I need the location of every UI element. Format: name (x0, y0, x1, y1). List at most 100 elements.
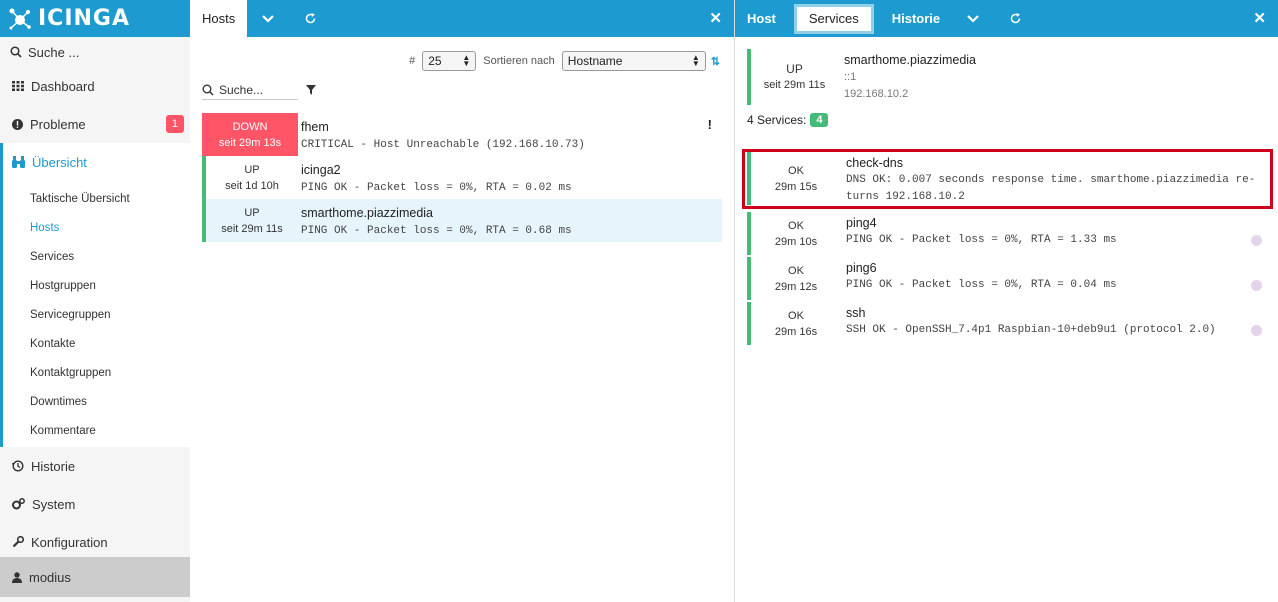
sort-select-value: Hostname (567, 54, 623, 68)
services-count-badge[interactable]: 4 (810, 113, 829, 127)
user-icon (12, 571, 22, 583)
sidebar-subitem-services[interactable]: Services (3, 242, 190, 271)
host-info: icinga2 PING OK - Packet loss = 0%, RTA … (298, 156, 572, 199)
host-summary: UP seit 29m 11s smarthome.piazzimedia ::… (747, 49, 1267, 105)
host-ipv4: 192.168.10.2 (844, 88, 909, 100)
search-row: Suche... (202, 80, 734, 100)
detail-tabbar: Host Services Historie ✕ (735, 0, 1278, 37)
problems-count-badge: 1 (165, 115, 184, 133)
pending-dot-icon (1251, 280, 1262, 291)
search-input[interactable]: Suche... (202, 80, 298, 100)
sidebar-item-label: Dashboard (31, 78, 95, 94)
tab-host[interactable]: Host (735, 0, 788, 37)
service-name[interactable]: ssh (846, 305, 1216, 322)
service-state-ok: OK 29m 10s (747, 212, 841, 255)
refresh-icon[interactable] (289, 0, 331, 37)
host-info: smarthome.piazzimedia PING OK - Packet l… (298, 199, 572, 242)
sort-select[interactable]: Hostname ▲ ▼ (561, 51, 706, 71)
select-arrows-icon: ▲ ▼ (462, 53, 471, 68)
sidebar-subitem-servicegruppen[interactable]: Servicegruppen (3, 300, 190, 329)
limit-select[interactable]: 25 ▲ ▼ (422, 51, 477, 71)
sidebar-item-uebersicht[interactable]: Übersicht (0, 143, 190, 181)
host-name[interactable]: smarthome.piazzimedia (301, 204, 572, 222)
sidebar-submenu: Taktische Übersicht Hosts Services Hostg… (0, 181, 190, 447)
sidebar-item-label: Übersicht (32, 154, 87, 170)
logo[interactable]: icinga (0, 0, 190, 37)
state-since: 29m 12s (774, 280, 818, 293)
sort-label: Sortieren nach (483, 55, 555, 67)
sidebar-item-label: System (32, 496, 76, 512)
filter-icon[interactable] (306, 85, 316, 95)
service-name[interactable]: ping4 (846, 215, 1117, 232)
sidebar-subitem-kontakte[interactable]: Kontakte (3, 329, 190, 358)
tab-historie[interactable]: Historie (880, 0, 952, 37)
sidebar-item-dashboard[interactable]: Dashboard (0, 67, 190, 105)
sidebar-item-probleme[interactable]: Probleme 1 (0, 105, 190, 143)
host-row-smarthome[interactable]: UP seit 29m 11s smarthome.piazzimedia PI… (202, 199, 722, 242)
user-name: modius (29, 569, 71, 585)
sidebar-subitem-downtimes[interactable]: Downtimes (3, 387, 190, 416)
host-ipv6: ::1 (844, 71, 857, 83)
state-since: 29m 16s (774, 325, 818, 338)
service-info: ping6 PING OK - Packet loss = 0%, RTA = … (841, 257, 1117, 300)
state-label: UP (244, 163, 260, 176)
chevron-down-icon[interactable] (952, 0, 994, 37)
host-state-up: UP seit 29m 11s (747, 49, 838, 105)
sidebar-item-konfiguration[interactable]: Konfiguration (0, 523, 190, 561)
sort-direction-icon[interactable]: ⇅ (711, 55, 720, 68)
host-state-up: UP seit 29m 11s (202, 199, 298, 242)
tab-hosts[interactable]: Hosts (190, 0, 248, 37)
sidebar-user[interactable]: modius (0, 557, 190, 597)
close-icon[interactable]: ✕ (1253, 9, 1266, 27)
unhandled-exclamation-icon: ! (707, 117, 712, 132)
state-label: UP (786, 62, 803, 76)
sidebar-item-historie[interactable]: Historie (0, 447, 190, 485)
select-arrows-icon: ▲ ▼ (691, 53, 700, 68)
search-placeholder: Suche... (219, 82, 264, 97)
sidebar-subitem-kommentare[interactable]: Kommentare (3, 416, 190, 445)
pending-dot-icon (1251, 235, 1262, 246)
host-output: PING OK - Packet loss = 0%, RTA = 0.02 m… (301, 182, 572, 194)
sidebar-subitem-kontaktgruppen[interactable]: Kontaktgruppen (3, 358, 190, 387)
service-row-ping6[interactable]: OK 29m 12s ping6 PING OK - Packet loss =… (747, 257, 1267, 300)
sidebar-item-system[interactable]: System (0, 485, 190, 523)
state-since: 29m 10s (774, 235, 818, 248)
list-controls: # 25 ▲ ▼ Sortieren nach Hostname ▲ ▼ ⇅ (190, 37, 734, 71)
host-row-fhem[interactable]: DOWN seit 29m 13s fhem CRITICAL - Host U… (202, 113, 722, 156)
host-name[interactable]: fhem (301, 118, 585, 136)
search-icon (10, 46, 22, 58)
host-name[interactable]: icinga2 (301, 161, 572, 179)
service-info: ping4 PING OK - Packet loss = 0%, RTA = … (841, 212, 1117, 255)
state-since: seit 1d 10h (225, 179, 279, 192)
detail-column: Host Services Historie ✕ UP seit 29m 11s… (735, 0, 1278, 602)
sidebar-item-label: Konfiguration (31, 534, 108, 550)
close-icon[interactable]: ✕ (709, 9, 722, 27)
service-state-ok: OK 29m 16s (747, 302, 841, 345)
service-info: ssh SSH OK - OpenSSH_7.4p1 Raspbian-10+d… (841, 302, 1216, 345)
sidebar-subitem-taktische-uebersicht[interactable]: Taktische Übersicht (3, 184, 190, 213)
alert-circle-icon (12, 118, 23, 130)
sidebar-item-label: Probleme (30, 116, 86, 132)
service-output: PING OK - Packet loss = 0%, RTA = 0.04 m… (846, 279, 1117, 291)
service-row-ping4[interactable]: OK 29m 10s ping4 PING OK - Packet loss =… (747, 212, 1267, 255)
service-row-ssh[interactable]: OK 29m 16s ssh SSH OK - OpenSSH_7.4p1 Ra… (747, 302, 1267, 345)
service-name[interactable]: ping6 (846, 260, 1117, 277)
tab-services[interactable]: Services (793, 3, 874, 34)
service-output: SSH OK - OpenSSH_7.4p1 Raspbian-10+deb9u… (846, 324, 1216, 336)
state-since: seit 29m 11s (763, 79, 826, 91)
host-info: fhem CRITICAL - Host Unreachable (192.16… (298, 113, 585, 156)
history-icon (12, 460, 24, 472)
icinga-logo-icon (9, 8, 31, 29)
sidebar-search-placeholder: Suche ... (28, 44, 80, 60)
state-label: UP (244, 206, 260, 219)
host-row-icinga2[interactable]: UP seit 1d 10h icinga2 PING OK - Packet … (202, 156, 722, 199)
chevron-down-icon[interactable] (247, 0, 289, 37)
sidebar: icinga Suche ... Dashboard Probleme 1 Üb… (0, 0, 190, 602)
sidebar-search[interactable]: Suche ... (0, 37, 190, 67)
sidebar-subitem-hostgruppen[interactable]: Hostgruppen (3, 271, 190, 300)
host-output: PING OK - Packet loss = 0%, RTA = 0.68 m… (301, 225, 572, 237)
host-name: smarthome.piazzimedia (844, 53, 976, 67)
refresh-icon[interactable] (994, 0, 1036, 37)
sidebar-subitem-hosts[interactable]: Hosts (3, 213, 190, 242)
host-state-down: DOWN seit 29m 13s (202, 113, 298, 156)
